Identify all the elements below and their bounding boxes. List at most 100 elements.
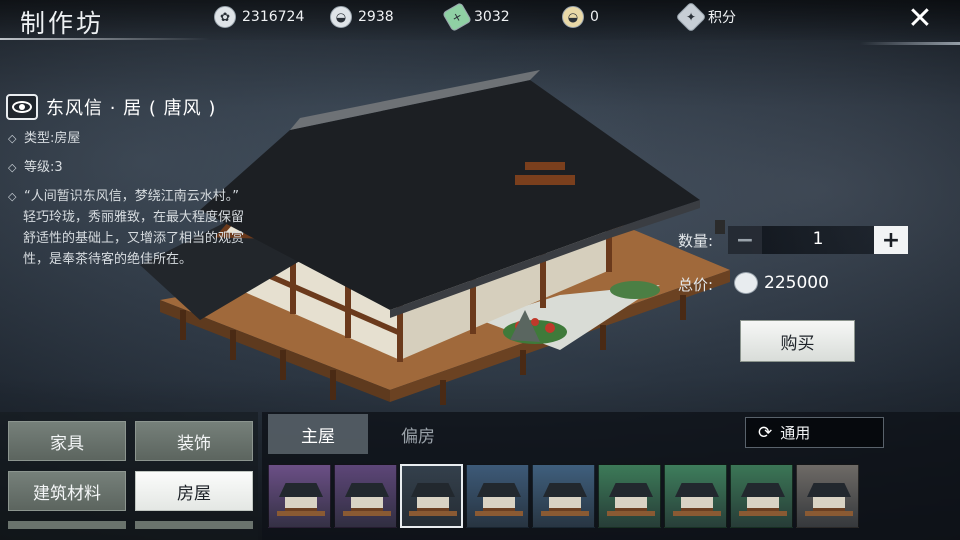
- silver-ingot-icon: ◒: [330, 6, 352, 28]
- house-thumbnail-base: [805, 511, 853, 516]
- buy-button[interactable]: 购买: [740, 320, 855, 362]
- house-thumbnail-base: [277, 511, 325, 516]
- points-button[interactable]: ✦ 积分: [675, 1, 736, 33]
- item-quote: “人间暂识东风信，梦绕江南云水村。”: [24, 189, 239, 204]
- quantity-stepper[interactable]: − 1 +: [728, 226, 908, 254]
- house-thumbnail-base: [409, 511, 457, 516]
- minus-icon: −: [735, 227, 755, 253]
- item-name: 东风信 · 居 ( 唐风 ): [46, 98, 217, 119]
- tab-main-house[interactable]: 主屋: [268, 414, 368, 454]
- filter-general-button[interactable]: ⟳ 通用: [745, 417, 884, 448]
- house-thumbnail-walls: [483, 497, 515, 511]
- top-right-decoration: [860, 42, 960, 45]
- quantity-increase-button[interactable]: +: [874, 226, 908, 254]
- house-thumbnail[interactable]: [598, 464, 661, 528]
- quantity-label: 数量:: [678, 232, 714, 250]
- close-button[interactable]: ✕: [896, 0, 944, 36]
- house-thumbnail-walls: [285, 497, 317, 511]
- house-thumbnail-walls: [351, 497, 383, 511]
- house-thumbnail[interactable]: [532, 464, 595, 528]
- silver-ingot-icon: [734, 272, 758, 294]
- category-furniture[interactable]: 家具: [8, 421, 126, 461]
- house-thumbnail-base: [343, 511, 391, 516]
- item-title-row: 东风信 · 居 ( 唐风 ): [6, 94, 216, 120]
- currency-gold-value: 0: [590, 9, 599, 25]
- house-thumbnail[interactable]: [796, 464, 859, 528]
- category-panel: 家具 装饰 建筑材料 房屋: [0, 412, 258, 540]
- house-thumbnail-base: [475, 511, 523, 516]
- item-quote-line: ◇ “人间暂识东风信，梦绕江南云水村。”: [8, 186, 253, 207]
- category-decoration[interactable]: 装饰: [135, 421, 253, 461]
- currency-gold: ◒ 0: [562, 6, 599, 28]
- coin-icon: ✿: [214, 6, 236, 28]
- quantity-value[interactable]: 1: [762, 229, 874, 249]
- house-thumbnail-roof: [675, 483, 719, 497]
- house-thumbnail-list: [268, 464, 859, 528]
- house-thumbnail[interactable]: [730, 464, 793, 528]
- house-thumbnail-roof: [807, 483, 851, 497]
- house-thumbnail-base: [541, 511, 589, 516]
- item-type: 类型:房屋: [24, 131, 81, 146]
- house-thumbnail-walls: [417, 497, 449, 511]
- page-title: 制作坊: [20, 9, 105, 38]
- house-thumbnail-walls: [747, 497, 779, 511]
- item-level: 等级:3: [24, 160, 63, 175]
- points-icon: ✦: [675, 1, 707, 33]
- currency-silver: ◒ 2938: [330, 6, 394, 28]
- diamond-bullet-icon: ◇: [8, 132, 17, 145]
- refresh-icon: ⟳: [758, 422, 773, 443]
- category-houses[interactable]: 房屋: [135, 471, 253, 511]
- house-thumbnail-roof: [279, 483, 323, 497]
- points-label: 积分: [708, 10, 736, 26]
- house-thumbnail-walls: [549, 497, 581, 511]
- house-thumbnail[interactable]: [664, 464, 727, 528]
- category-next-row-right[interactable]: [135, 521, 253, 529]
- house-thumbnail-roof: [741, 483, 785, 497]
- filter-label: 通用: [780, 424, 811, 442]
- house-thumbnail-roof: [477, 483, 521, 497]
- currency-coins: ✿ 2316724: [214, 6, 304, 28]
- close-icon: ✕: [907, 0, 933, 36]
- gold-ingot-icon: ◒: [562, 6, 584, 28]
- lantern-right: [715, 220, 725, 234]
- preview-toggle-button[interactable]: [6, 94, 38, 120]
- category-next-row-left[interactable]: [8, 521, 126, 529]
- house-roof-ornament: [515, 175, 575, 185]
- currency-jade: + 3032: [441, 1, 510, 33]
- item-list-panel: 主屋 偏房 ⟳ 通用: [262, 412, 960, 540]
- eye-icon: [12, 101, 32, 113]
- quantity-decrease-button[interactable]: −: [728, 226, 762, 254]
- house-thumbnail[interactable]: [466, 464, 529, 528]
- title-underline: [0, 38, 210, 40]
- house-thumbnail[interactable]: [268, 464, 331, 528]
- garden-bush: [610, 281, 660, 299]
- item-type-line: ◇ 类型:房屋: [8, 128, 253, 149]
- item-info: ◇ 类型:房屋 ◇ 等级:3 ◇ “人间暂识东风信，梦绕江南云水村。” 轻巧玲珑…: [8, 128, 253, 270]
- house-thumbnail[interactable]: [400, 464, 463, 528]
- category-building-materials[interactable]: 建筑材料: [8, 471, 126, 511]
- house-roof-ornament-top: [525, 162, 565, 170]
- currency-jade-value: 3032: [474, 9, 510, 25]
- house-thumbnail[interactable]: [334, 464, 397, 528]
- house-thumbnail-roof: [345, 483, 389, 497]
- currency-silver-value: 2938: [358, 9, 394, 25]
- jade-icon: +: [441, 1, 473, 33]
- tab-side-house[interactable]: 偏房: [368, 414, 468, 454]
- house-thumbnail-roof: [609, 483, 653, 497]
- house-thumbnail-walls: [813, 497, 845, 511]
- currency-coins-value: 2316724: [242, 9, 305, 25]
- house-thumbnail-base: [607, 511, 655, 516]
- plus-icon: +: [881, 227, 901, 253]
- house-thumbnail-base: [739, 511, 787, 516]
- diamond-bullet-icon: ◇: [8, 190, 17, 203]
- item-description: 轻巧玲珑，秀丽雅致，在最大程度保留舒适性的基础上，又增添了相当的观赏性，是奉茶待…: [23, 210, 245, 267]
- house-thumbnail-walls: [681, 497, 713, 511]
- total-price-value: 225000: [764, 273, 829, 293]
- item-level-line: ◇ 等级:3: [8, 157, 253, 178]
- diamond-bullet-icon: ◇: [8, 161, 17, 174]
- house-thumbnail-base: [673, 511, 721, 516]
- house-thumbnail-roof: [411, 483, 455, 497]
- total-price-label: 总价:: [678, 276, 714, 294]
- house-thumbnail-roof: [543, 483, 587, 497]
- house-thumbnail-walls: [615, 497, 647, 511]
